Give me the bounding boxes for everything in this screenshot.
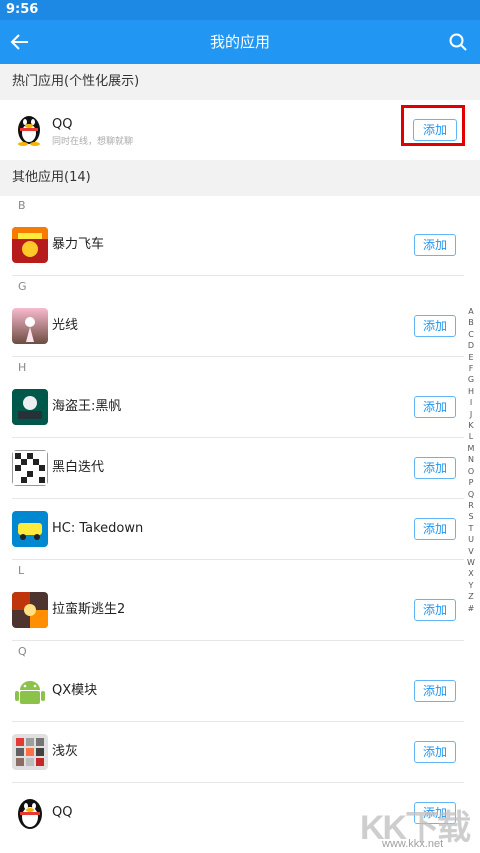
app-name: 浅灰	[52, 744, 79, 759]
alphabet-index-letter[interactable]: W	[464, 557, 478, 568]
app-toolbar: 我的应用	[0, 20, 480, 64]
qq-penguin-icon	[18, 799, 42, 829]
app-name: HC: Takedown	[52, 521, 144, 536]
alphabet-index-letter[interactable]: Y	[464, 580, 478, 591]
app-icon-hc-takedown	[12, 511, 48, 547]
app-icon-bllf	[12, 227, 48, 263]
alphabet-index-letter[interactable]: E	[464, 352, 478, 363]
qq-penguin-icon	[18, 116, 40, 146]
alphabet-index-letter[interactable]: M	[464, 443, 478, 454]
status-time: 9:56	[6, 2, 39, 17]
alphabet-index-letter[interactable]: O	[464, 466, 478, 477]
app-name: 光线	[52, 318, 79, 333]
app-icon-guangxian	[12, 308, 48, 344]
add-button[interactable]: 添加	[414, 518, 456, 540]
add-button[interactable]: 添加	[414, 457, 456, 479]
highlight-box	[401, 105, 465, 146]
alphabet-index-letter[interactable]: K	[464, 420, 478, 431]
add-button[interactable]: 添加	[414, 315, 456, 337]
app-name: 海盗王:黑帆	[52, 399, 122, 414]
app-row: 海盗王:黑帆 添加	[0, 377, 470, 437]
other-apps-header: 其他应用(14)	[0, 160, 480, 196]
group-letter: L	[18, 564, 25, 577]
app-name: 拉蛮斯逃生2	[52, 602, 126, 617]
watermark: KK下载 www.kkx.net	[360, 800, 471, 850]
app-row: HC: Takedown 添加	[0, 499, 470, 559]
app-row: 光线 添加	[0, 296, 470, 356]
search-icon[interactable]	[448, 32, 468, 52]
add-button[interactable]: 添加	[414, 234, 456, 256]
app-row: 黑白迭代 添加	[0, 438, 470, 498]
alphabet-index-letter[interactable]: U	[464, 534, 478, 545]
app-icon-pirate	[12, 389, 48, 425]
divider	[12, 275, 464, 276]
add-button[interactable]: 添加	[414, 741, 456, 763]
app-row: QX模块 添加	[0, 661, 470, 721]
alphabet-index-letter[interactable]: J	[464, 409, 478, 420]
watermark-url: www.kkx.net	[382, 838, 444, 850]
alphabet-index-letter[interactable]: G	[464, 374, 478, 385]
group-letter: G	[18, 280, 27, 293]
add-button[interactable]: 添加	[414, 396, 456, 418]
add-button[interactable]: 添加	[414, 680, 456, 702]
hot-app-name: QQ	[52, 117, 73, 132]
alphabet-index-letter[interactable]: S	[464, 511, 478, 522]
alphabet-index-letter[interactable]: H	[464, 386, 478, 397]
alphabet-index-letter[interactable]: Z	[464, 591, 478, 602]
alphabet-index-letter[interactable]: B	[464, 317, 478, 328]
alphabet-index-letter[interactable]: R	[464, 500, 478, 511]
alphabet-index-letter[interactable]: C	[464, 329, 478, 340]
app-name: QQ	[52, 805, 73, 820]
divider	[12, 356, 464, 357]
page-title: 我的应用	[209, 33, 270, 51]
divider	[12, 640, 464, 641]
android-robot-icon	[12, 673, 48, 709]
alphabet-index-letter[interactable]: L	[464, 431, 478, 442]
add-button[interactable]: 添加	[414, 599, 456, 621]
alphabet-index-letter[interactable]: Q	[464, 489, 478, 500]
group-letter: H	[18, 361, 27, 374]
divider	[12, 559, 464, 560]
app-name: 黑白迭代	[52, 460, 105, 475]
app-icon-heibai	[12, 450, 48, 486]
group-letter: Q	[18, 645, 27, 658]
app-name: 暴力飞车	[52, 237, 105, 252]
alphabet-index-letter[interactable]: N	[464, 454, 478, 465]
app-icon-qianhui	[12, 734, 48, 770]
app-row: 浅灰 添加	[0, 722, 470, 782]
alphabet-index-letter[interactable]: D	[464, 340, 478, 351]
alphabet-index[interactable]: A B C D E F G H I J K L M N O P Q R S T U V W X Y Z #	[464, 306, 478, 614]
app-name: QX模块	[52, 683, 98, 698]
app-row: 暴力飞车 添加	[0, 215, 470, 275]
alphabet-index-letter[interactable]: V	[464, 546, 478, 557]
hot-app-subtitle: 同时在线，想聊就聊	[52, 137, 134, 147]
hot-apps-header: 热门应用(个性化展示)	[0, 64, 480, 100]
app-row: 拉蛮斯逃生2 添加	[0, 580, 470, 640]
alphabet-index-letter[interactable]: F	[464, 363, 478, 374]
app-icon-lamansi	[12, 592, 48, 628]
group-letter: B	[18, 199, 26, 212]
alphabet-index-letter[interactable]: T	[464, 523, 478, 534]
alphabet-index-letter[interactable]: #	[464, 603, 478, 614]
status-bar: 9:56	[0, 0, 480, 20]
alphabet-index-letter[interactable]: I	[464, 397, 478, 408]
alphabet-index-letter[interactable]: P	[464, 477, 478, 488]
alphabet-index-letter[interactable]: X	[464, 568, 478, 579]
alphabet-index-letter[interactable]: A	[464, 306, 478, 317]
